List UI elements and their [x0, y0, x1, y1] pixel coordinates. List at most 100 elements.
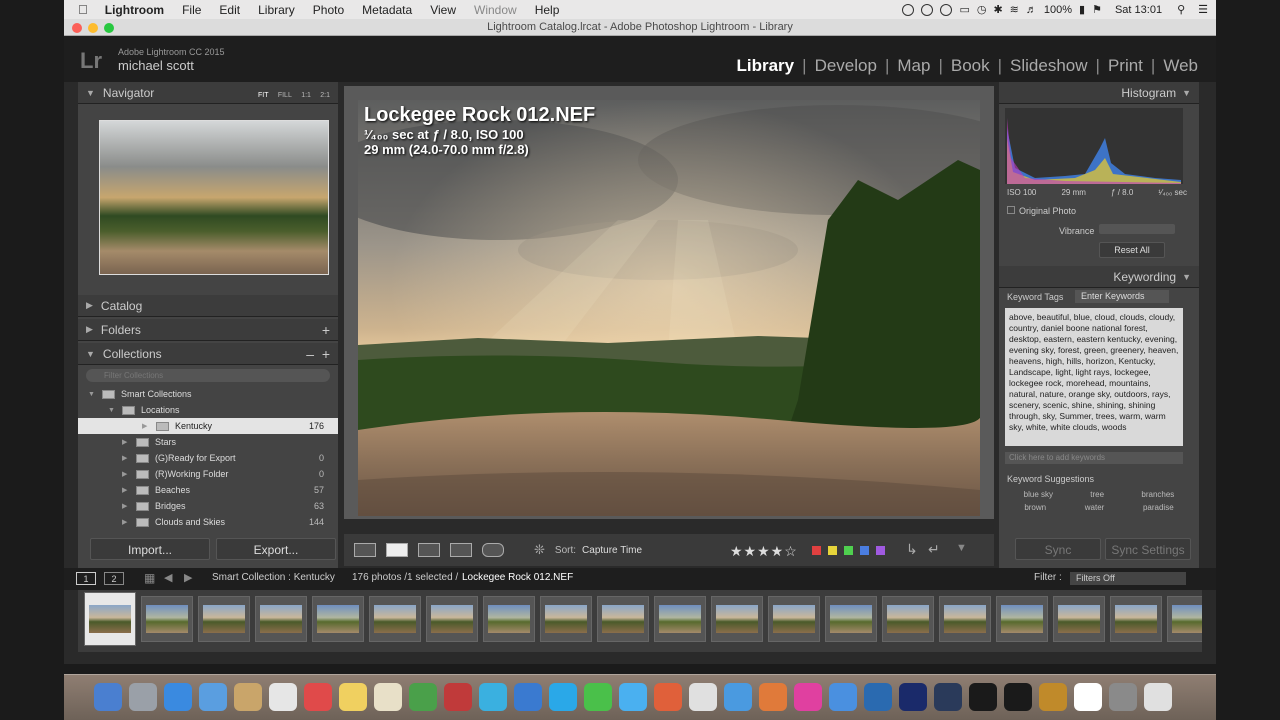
dock-app-icon[interactable]	[724, 683, 752, 711]
dock-app-icon[interactable]	[549, 683, 577, 711]
menu-view[interactable]: View	[421, 3, 465, 17]
grid-icon[interactable]: ▦	[144, 571, 155, 585]
stop-icon[interactable]	[921, 3, 934, 16]
collection-working-folder[interactable]: ▶ (R)Working Folder 0	[122, 466, 338, 482]
dock-app-icon[interactable]	[864, 683, 892, 711]
dock-app-icon[interactable]	[829, 683, 857, 711]
filmstrip-thumbnail[interactable]	[597, 596, 649, 642]
survey-view-icon[interactable]	[450, 543, 472, 557]
filmstrip-thumbnail[interactable]	[255, 596, 307, 642]
forward-arrow-icon[interactable]: ▶	[184, 571, 192, 584]
window-1-button[interactable]: 1	[76, 572, 96, 585]
status-icon[interactable]	[902, 3, 915, 16]
dock-app-icon[interactable]	[374, 683, 402, 711]
grid-view-icon[interactable]	[354, 543, 376, 557]
filmstrip-thumbnail[interactable]	[882, 596, 934, 642]
add-collection-icon[interactable]: +	[322, 346, 330, 362]
collection-filter-input[interactable]: Filter Collections	[86, 369, 330, 382]
zoom-fill[interactable]: FILL	[278, 92, 292, 99]
collection-locations[interactable]: ▼ Locations	[108, 402, 354, 418]
import-button[interactable]: Import...	[90, 538, 210, 560]
module-slideshow[interactable]: Slideshow	[1002, 56, 1096, 76]
zoom-1-1[interactable]: 1:1	[301, 92, 311, 99]
dock-app-icon[interactable]	[304, 683, 332, 711]
filmstrip-thumbnail[interactable]	[1167, 596, 1202, 642]
sync-button[interactable]: Sync	[1015, 538, 1101, 560]
zoom-2-1[interactable]: 2:1	[320, 92, 330, 99]
export-button[interactable]: Export...	[216, 538, 336, 560]
label-purple[interactable]	[876, 546, 885, 555]
menu-edit[interactable]: Edit	[210, 3, 249, 17]
filmstrip-thumbnail[interactable]	[654, 596, 706, 642]
menu-file[interactable]: File	[173, 3, 210, 17]
collection-kentucky[interactable]: ▶ Kentucky 176	[78, 418, 338, 434]
sync-settings-button[interactable]: Sync Settings	[1105, 538, 1191, 560]
filmstrip-thumbnail[interactable]	[369, 596, 421, 642]
filmstrip-thumbnail[interactable]	[1110, 596, 1162, 642]
rotate-right-icon[interactable]: ↵	[928, 541, 940, 558]
filmstrip-thumbnail[interactable]	[312, 596, 364, 642]
histogram-header[interactable]: Histogram ▼	[999, 82, 1199, 104]
dock-app-icon[interactable]	[234, 683, 262, 711]
dock-app-icon[interactable]	[444, 683, 472, 711]
keywords-textarea[interactable]: above, beautiful, blue, cloud, clouds, c…	[1005, 308, 1183, 446]
dock-app-icon[interactable]	[409, 683, 437, 711]
filter-select[interactable]: Filters Off	[1070, 572, 1186, 585]
dock-app-icon[interactable]	[1144, 683, 1172, 711]
suggestion-6[interactable]: paradise	[1143, 503, 1174, 512]
module-book[interactable]: Book	[943, 56, 998, 76]
add-keyword-input[interactable]: Click here to add keywords	[1005, 452, 1183, 464]
toolbar-menu-icon[interactable]: ▼	[956, 542, 967, 554]
filmstrip-thumbnail[interactable]	[711, 596, 763, 642]
window-2-button[interactable]: 2	[104, 572, 124, 585]
dock-app-icon[interactable]	[934, 683, 962, 711]
collection-smart[interactable]: ▼ Smart Collections	[88, 386, 334, 402]
module-develop[interactable]: Develop	[807, 56, 885, 76]
zoom-fit[interactable]: FIT	[258, 92, 269, 99]
module-print[interactable]: Print	[1100, 56, 1151, 76]
dock-app-icon[interactable]	[759, 683, 787, 711]
minimize-window-button[interactable]	[88, 23, 98, 33]
remove-collection-icon[interactable]: –	[306, 346, 314, 362]
dock-app-icon[interactable]	[794, 683, 822, 711]
suggestion-5[interactable]: water	[1085, 503, 1105, 512]
dock-app-icon[interactable]	[619, 683, 647, 711]
filmstrip-thumbnail[interactable]	[939, 596, 991, 642]
collections-header[interactable]: ▼ Collections – +	[78, 343, 338, 365]
sort-select[interactable]: Capture Time	[582, 545, 642, 556]
volume-icon[interactable]: ♬	[1026, 4, 1037, 16]
dock-app-icon[interactable]	[1039, 683, 1067, 711]
reset-all-button[interactable]: Reset All	[1099, 242, 1165, 258]
dock-app-icon[interactable]	[654, 683, 682, 711]
collection-beaches[interactable]: ▶ Beaches 57	[122, 482, 338, 498]
menu-help[interactable]: Help	[526, 3, 569, 17]
original-photo-checkbox[interactable]: Original Photo	[1007, 206, 1076, 216]
collection-clouds-skies[interactable]: ▶ Clouds and Skies 144	[122, 514, 338, 530]
compare-view-icon[interactable]	[418, 543, 440, 557]
filmstrip-thumbnail[interactable]	[825, 596, 877, 642]
main-photo[interactable]: Lockegee Rock 012.NEF ¹⁄₄₀₀ sec at ƒ / 8…	[358, 100, 980, 516]
filmstrip-thumbnail[interactable]	[141, 596, 193, 642]
filmstrip-thumbnail[interactable]	[84, 592, 136, 646]
module-map[interactable]: Map	[889, 56, 938, 76]
back-arrow-icon[interactable]: ◀	[164, 571, 172, 584]
bluetooth-icon[interactable]: ✱	[993, 3, 1002, 16]
navigator-header[interactable]: ▼ Navigator FIT FILL 1:1 2:1	[78, 82, 338, 104]
filmstrip-thumbnail[interactable]	[483, 596, 535, 642]
close-window-button[interactable]	[72, 23, 82, 33]
dock-app-icon[interactable]	[164, 683, 192, 711]
module-library[interactable]: Library	[729, 56, 803, 76]
label-yellow[interactable]	[828, 546, 837, 555]
dock-app-icon[interactable]	[269, 683, 297, 711]
loupe-view-icon[interactable]	[386, 543, 408, 557]
folders-header[interactable]: ▶ Folders +	[78, 319, 338, 341]
module-web[interactable]: Web	[1155, 56, 1206, 76]
collection-bridges[interactable]: ▶ Bridges 63	[122, 498, 338, 514]
filmstrip-thumbnail[interactable]	[540, 596, 592, 642]
suggestion-1[interactable]: blue sky	[1024, 490, 1053, 499]
suggestion-2[interactable]: tree	[1090, 490, 1104, 499]
filmstrip-thumbnail[interactable]	[1053, 596, 1105, 642]
dock-app-icon[interactable]	[129, 683, 157, 711]
dock-app-icon[interactable]	[969, 683, 997, 711]
filmstrip-thumbnail[interactable]	[996, 596, 1048, 642]
